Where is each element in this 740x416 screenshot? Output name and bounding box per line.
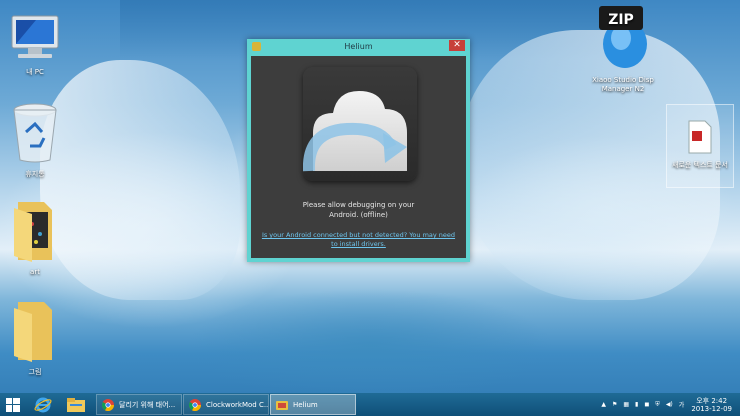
desktop-icon-this-pc[interactable]: 내 PC (0, 14, 70, 77)
tray-ime-icon[interactable]: 가 (679, 400, 685, 409)
internet-explorer-icon (34, 397, 52, 412)
document-icon (688, 120, 712, 154)
window-title: Helium (344, 42, 373, 51)
clock-time: 오후 2:42 (696, 396, 728, 405)
start-button[interactable] (6, 394, 20, 415)
chrome-icon (102, 398, 114, 411)
desktop-icon-label: Xiaoo Studio Disp Manager N2 (592, 76, 654, 93)
folder-icon (14, 302, 52, 362)
status-message-line2: Android. (offline) (329, 211, 388, 219)
desktop-icon-label: 휴지통 (25, 170, 45, 178)
computer-icon (11, 15, 59, 58)
desktop-icon-label: 그림 (28, 368, 42, 376)
zip-badge-text: ZIP (608, 12, 634, 28)
task-label: ClockworkMod C... (206, 400, 268, 409)
helium-icon (276, 400, 288, 410)
windows-logo-icon (6, 397, 20, 412)
desktop-icon-recycle-bin[interactable]: 휴지통 (0, 102, 70, 179)
taskbar-task-chrome-1[interactable]: 달리기 위해 태어... (96, 394, 182, 415)
close-button[interactable]: ✕ (449, 40, 465, 51)
tray-flag-icon[interactable]: ⚑ (612, 401, 617, 408)
taskbar-internet-explorer[interactable] (34, 394, 52, 415)
zip-archive-icon: ZIP (599, 6, 647, 68)
taskbar-file-explorer[interactable] (66, 394, 86, 415)
desktop-icon-label: 내 PC (26, 68, 44, 76)
task-label: 달리기 위해 태어... (119, 400, 176, 409)
taskbar: 달리기 위해 태어... ClockworkMod C... Helium ▲ … (0, 393, 740, 416)
chrome-icon (189, 398, 201, 411)
window-titlebar[interactable]: Helium ✕ (247, 39, 470, 55)
cloud-sync-icon (302, 91, 407, 172)
taskbar-task-helium[interactable]: Helium (270, 394, 356, 415)
recycle-bin-icon (13, 103, 57, 163)
tray-shield-icon[interactable]: ⛨ (655, 401, 660, 409)
tray-volume-icon[interactable]: ◀) (666, 401, 673, 408)
desktop-icon-zip-archive[interactable]: ZIP Xiaoo Studio Disp Manager N2 (588, 4, 658, 94)
desktop-icon-pictures-folder[interactable]: 그림 (0, 298, 70, 377)
system-tray: ▲ ⚑ ▦ ▮ ◼ ⛨ ◀) 가 오후 2:42 2013-12-09 (598, 393, 740, 416)
task-label: Helium (293, 400, 318, 409)
file-explorer-icon (67, 397, 85, 412)
desktop-icon-text-document[interactable]: 새로운 텍스트 문서 (666, 104, 734, 188)
clock-date: 2013-12-09 (691, 404, 732, 413)
tray-signal-icon[interactable]: ▮ (635, 401, 638, 408)
tray-app-icon[interactable]: ◼ (644, 401, 649, 408)
helium-logo (302, 67, 417, 181)
desktop-icon-label: 새로운 텍스트 문서 (672, 161, 728, 169)
folder-icon (14, 202, 52, 262)
tray-expand-icon[interactable]: ▲ (601, 401, 606, 408)
install-drivers-link[interactable]: Is your Android connected but not detect… (259, 231, 458, 249)
desktop-icon-label: art (30, 268, 40, 276)
status-message-line1: Please allow debugging on your (302, 201, 415, 209)
helium-window: Helium ✕ Please allow debugging on your … (247, 39, 470, 262)
background-iceberg-left (40, 60, 240, 300)
desktop-icon-art-folder[interactable]: art (0, 198, 70, 277)
taskbar-task-chrome-2[interactable]: ClockworkMod C... (183, 394, 269, 415)
status-message: Please allow debugging on your Android. … (271, 200, 446, 220)
clock[interactable]: 오후 2:42 2013-12-09 (691, 397, 732, 413)
window-content: Please allow debugging on your Android. … (251, 56, 466, 258)
tray-network-icon[interactable]: ▦ (623, 401, 629, 408)
